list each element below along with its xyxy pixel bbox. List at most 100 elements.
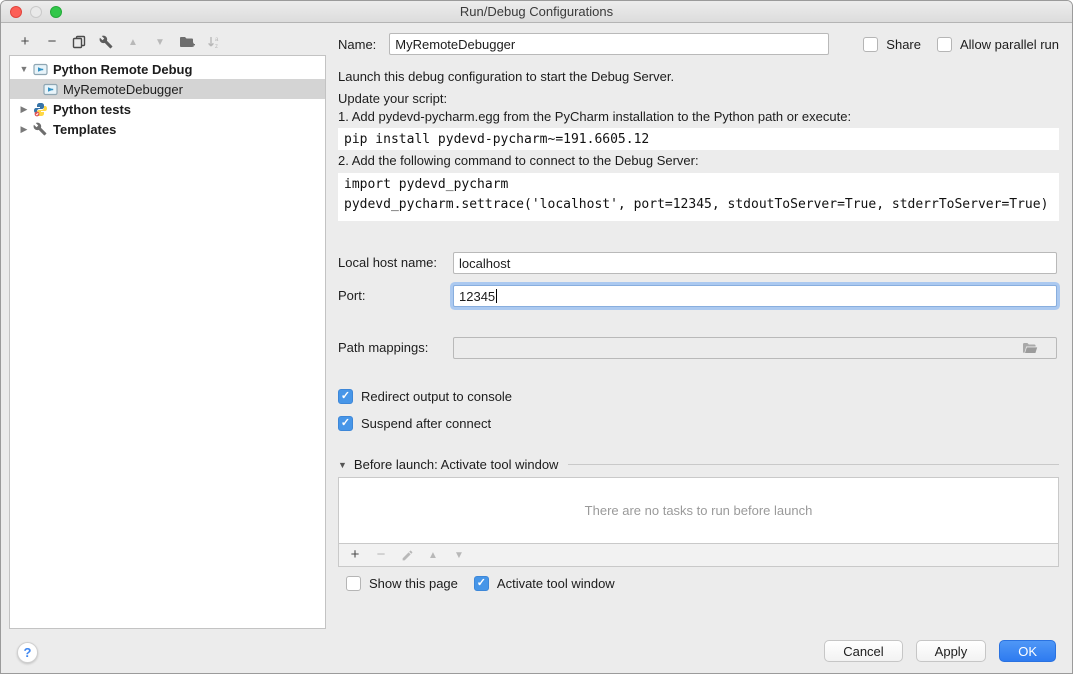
run-configuration-icon [32,61,48,77]
run-debug-configurations-dialog: Run/Debug Configurations + − ▲ ▼ [0,0,1073,674]
minimize-window-button[interactable] [30,6,42,18]
name-row: Name: MyRemoteDebugger Share Allow paral… [338,33,1059,55]
text-cursor [496,289,497,303]
tree-item-myremotedebugger[interactable]: MyRemoteDebugger [10,79,325,99]
cancel-button[interactable]: Cancel [824,640,902,662]
code-line-2: pydevd_pycharm.settrace('localhost', por… [344,197,1048,212]
browse-folder-icon[interactable] [1022,312,1051,385]
section-divider [568,464,1059,465]
move-down-icon: ▼ [454,550,464,561]
local-host-row: Local host name: localhost [338,252,1059,274]
add-task-button[interactable]: + [347,547,363,563]
add-icon: + [21,34,30,50]
move-up-icon: ▲ [128,37,138,48]
intro-text: Launch this debug configuration to start… [338,69,1059,84]
path-mappings-label: Path mappings: [338,340,428,355]
local-host-label: Local host name: [338,255,437,270]
share-option: Share [863,37,921,52]
activate-tool-window-option: Activate tool window [474,576,615,591]
edit-task-button[interactable] [399,547,415,563]
local-host-input[interactable]: localhost [453,252,1057,274]
before-launch-header[interactable]: ▼ Before launch: Activate tool window [338,457,1059,472]
window-controls [10,6,62,18]
chevron-down-icon[interactable]: ▼ [18,64,30,74]
move-task-up-button[interactable]: ▲ [425,547,441,563]
new-folder-icon [179,35,195,49]
tree-item-label: Python Remote Debug [53,62,192,77]
step1-text: 1. Add pydevd-pycharm.egg from the PyCha… [338,109,1059,124]
sort-alphabetically-icon: az [207,35,221,50]
name-input[interactable]: MyRemoteDebugger [389,33,829,55]
share-label: Share [886,37,921,52]
configurations-tree: ▼ Python Remote Debug MyRemoteDebugger ▶… [9,55,326,629]
allow-parallel-run-checkbox[interactable] [937,37,952,52]
allow-parallel-run-label: Allow parallel run [960,37,1059,52]
svg-text:z: z [215,44,218,50]
window-title: Run/Debug Configurations [460,4,613,19]
edit-defaults-button[interactable] [98,34,114,50]
copy-configuration-button[interactable] [71,34,87,50]
chevron-right-icon[interactable]: ▶ [18,104,30,115]
suspend-after-connect-checkbox[interactable] [338,416,353,431]
tree-item-python-tests[interactable]: ▶ Python tests [10,99,325,119]
move-up-button[interactable]: ▲ [125,34,141,50]
add-configuration-button[interactable]: + [17,34,33,50]
ok-button[interactable]: OK [999,640,1056,662]
section-collapse-icon[interactable]: ▼ [338,460,347,470]
tree-item-label: MyRemoteDebugger [63,82,183,97]
before-launch-title: Before launch: Activate tool window [354,457,559,472]
port-row: Port: 12345 [338,285,1059,309]
activate-tool-window-checkbox[interactable] [474,576,489,591]
pencil-icon [401,549,414,562]
update-script-text: Update your script: [338,91,1059,106]
remove-task-button[interactable]: − [373,547,389,563]
allow-parallel-run-option: Allow parallel run [937,37,1059,52]
chevron-right-icon[interactable]: ▶ [18,124,30,135]
remove-icon: − [48,34,57,50]
close-window-button[interactable] [10,6,22,18]
show-this-page-label: Show this page [369,576,458,591]
before-launch-toolbar: + − ▲ ▼ [338,544,1059,567]
activate-tool-window-label: Activate tool window [497,576,615,591]
svg-text:a: a [215,37,219,43]
before-launch-task-list[interactable]: There are no tasks to run before launch [338,477,1059,544]
suspend-after-connect-option: Suspend after connect [338,416,1059,431]
port-input[interactable]: 12345 [453,285,1057,307]
move-task-down-button[interactable]: ▼ [451,547,467,563]
redirect-output-option: Redirect output to console [338,389,1059,404]
show-this-page-checkbox[interactable] [346,576,361,591]
settrace-code-block[interactable]: import pydevd_pycharm pydevd_pycharm.set… [338,173,1059,221]
zoom-window-button[interactable] [50,6,62,18]
sort-configurations-button[interactable]: az [206,34,222,50]
share-checkbox[interactable] [863,37,878,52]
redirect-output-checkbox[interactable] [338,389,353,404]
redirect-output-label: Redirect output to console [361,389,512,404]
empty-tasks-text: There are no tasks to run before launch [585,503,813,518]
create-folder-button[interactable] [179,34,195,50]
name-value: MyRemoteDebugger [395,37,515,52]
apply-button[interactable]: Apply [916,640,987,662]
move-down-icon: ▼ [155,37,165,48]
help-button[interactable]: ? [17,642,38,663]
help-icon: ? [24,645,32,660]
run-configuration-icon [42,81,58,97]
path-mappings-input[interactable] [453,337,1057,359]
port-value: 12345 [459,289,495,304]
show-this-page-option: Show this page [346,576,458,591]
move-down-button[interactable]: ▼ [152,34,168,50]
page-options-row: Show this page Activate tool window [338,576,1059,591]
copy-icon [72,35,86,49]
code-line-1: import pydevd_pycharm [344,177,508,192]
tree-item-label: Templates [53,122,116,137]
remove-configuration-button[interactable]: − [44,34,60,50]
move-up-icon: ▲ [428,550,438,561]
configurations-toolbar: + − ▲ ▼ az [17,31,222,53]
titlebar: Run/Debug Configurations [1,1,1072,23]
tree-item-templates[interactable]: ▶ Templates [10,119,325,139]
dialog-buttons: Cancel Apply OK [824,640,1056,662]
tree-item-python-remote-debug[interactable]: ▼ Python Remote Debug [10,59,325,79]
add-icon: + [351,547,360,563]
pip-command-code[interactable]: pip install pydevd-pycharm~=191.6605.12 [338,128,1059,150]
path-mappings-row: Path mappings: [338,337,1059,359]
suspend-after-connect-label: Suspend after connect [361,416,491,431]
